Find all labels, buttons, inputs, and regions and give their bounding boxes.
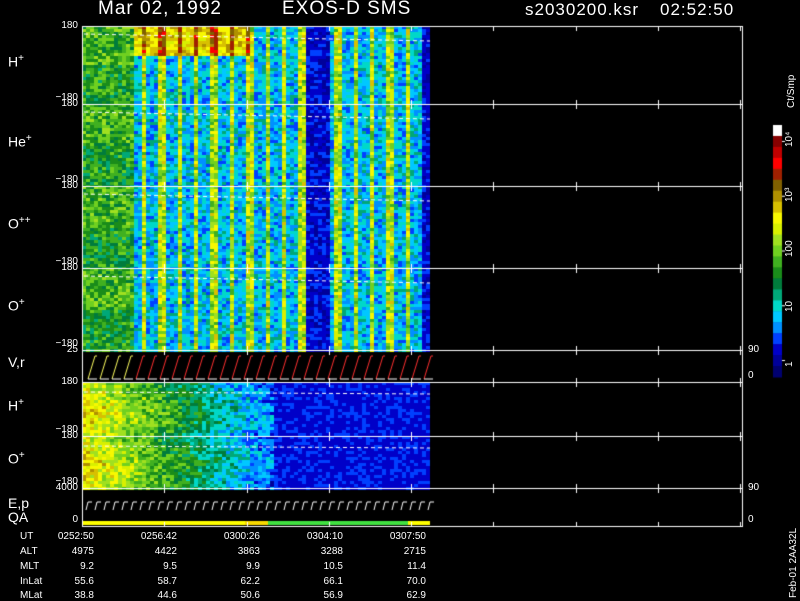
footer-cell: 62.2 (240, 576, 260, 587)
footer-cell: 11.4 (407, 561, 426, 572)
colorbar-title: Ct/Smp (786, 74, 797, 108)
y-tick-top: 180 (61, 430, 78, 441)
panel-label-secondary: QA (8, 509, 29, 525)
y-tick-top: 180 (61, 98, 78, 109)
spectrogram-canvas (0, 0, 800, 600)
footer-cell: 50.6 (240, 590, 260, 601)
footer-cell: 55.6 (74, 576, 94, 587)
y-tick-top: 25 (66, 344, 78, 355)
title-time: 02:52:50 (660, 0, 735, 19)
footer-row-label: ALT (20, 546, 38, 557)
footer-cell: 62.9 (406, 590, 426, 601)
footer-cell: 3863 (237, 546, 260, 557)
footer-stamp: Feb-01 2AA32L (788, 527, 799, 598)
colorbar-tick-label: 1 (784, 360, 795, 367)
panel-label: H+ (8, 397, 24, 414)
footer-cell: 0304:10 (306, 531, 343, 542)
title-instrument: EXOS-D SMS (282, 0, 412, 19)
colorbar-tick-label: 10³ (784, 187, 795, 203)
right-tick-top: 90 (748, 344, 760, 355)
footer-cell: 4422 (154, 546, 177, 557)
right-tick-bottom: 0 (748, 370, 754, 381)
y-tick-top: 180 (61, 376, 78, 387)
footer-cell: 66.1 (323, 576, 343, 587)
footer-cell: 3288 (320, 546, 343, 557)
footer-row-label: MLT (20, 561, 40, 572)
footer-cell: 70.0 (406, 576, 426, 587)
panel-label: O++ (8, 215, 31, 232)
footer-cell: 10.5 (323, 561, 343, 572)
y-tick-top: 180 (61, 262, 78, 273)
right-tick-bottom: 0 (748, 514, 754, 525)
panel-label: H+ (8, 53, 24, 70)
footer-cell: 9.9 (246, 561, 260, 572)
colorbar-tick-label: 10⁴ (784, 132, 795, 148)
panel-label: O+ (8, 450, 25, 467)
colorbar-tick-label: 10 (784, 300, 795, 312)
y-tick-top: 180 (61, 20, 78, 31)
title-file: s2030200.ksr (525, 0, 640, 19)
right-tick-top: 90 (748, 482, 760, 493)
footer-cell: 2715 (403, 546, 426, 557)
footer-cell: 0307:50 (389, 531, 426, 542)
panel-label: He+ (8, 133, 32, 150)
title-date: Mar 02, 1992 (98, 0, 222, 19)
panel-label: V,r (8, 354, 25, 370)
footer-cell: 0300:26 (223, 531, 260, 542)
colorbar-tick-label: 100 (784, 240, 795, 257)
footer-cell: 0256:42 (140, 531, 177, 542)
footer-cell: 9.5 (163, 561, 177, 572)
footer-cell: 56.9 (323, 590, 343, 601)
y-tick-top: 180 (61, 180, 78, 191)
footer-cell: 0252:50 (57, 531, 94, 542)
footer-cell: 4975 (71, 546, 94, 557)
y-tick-bottom: 0 (72, 514, 78, 525)
panel-label: O+ (8, 297, 25, 314)
y-tick-top: 4000 (55, 482, 78, 493)
footer-cell: 38.8 (74, 590, 94, 601)
footer-cell: 9.2 (80, 561, 94, 572)
footer-cell: 58.7 (157, 576, 177, 587)
footer-cell: 44.6 (157, 590, 177, 601)
footer-row-label: UT (20, 531, 34, 542)
